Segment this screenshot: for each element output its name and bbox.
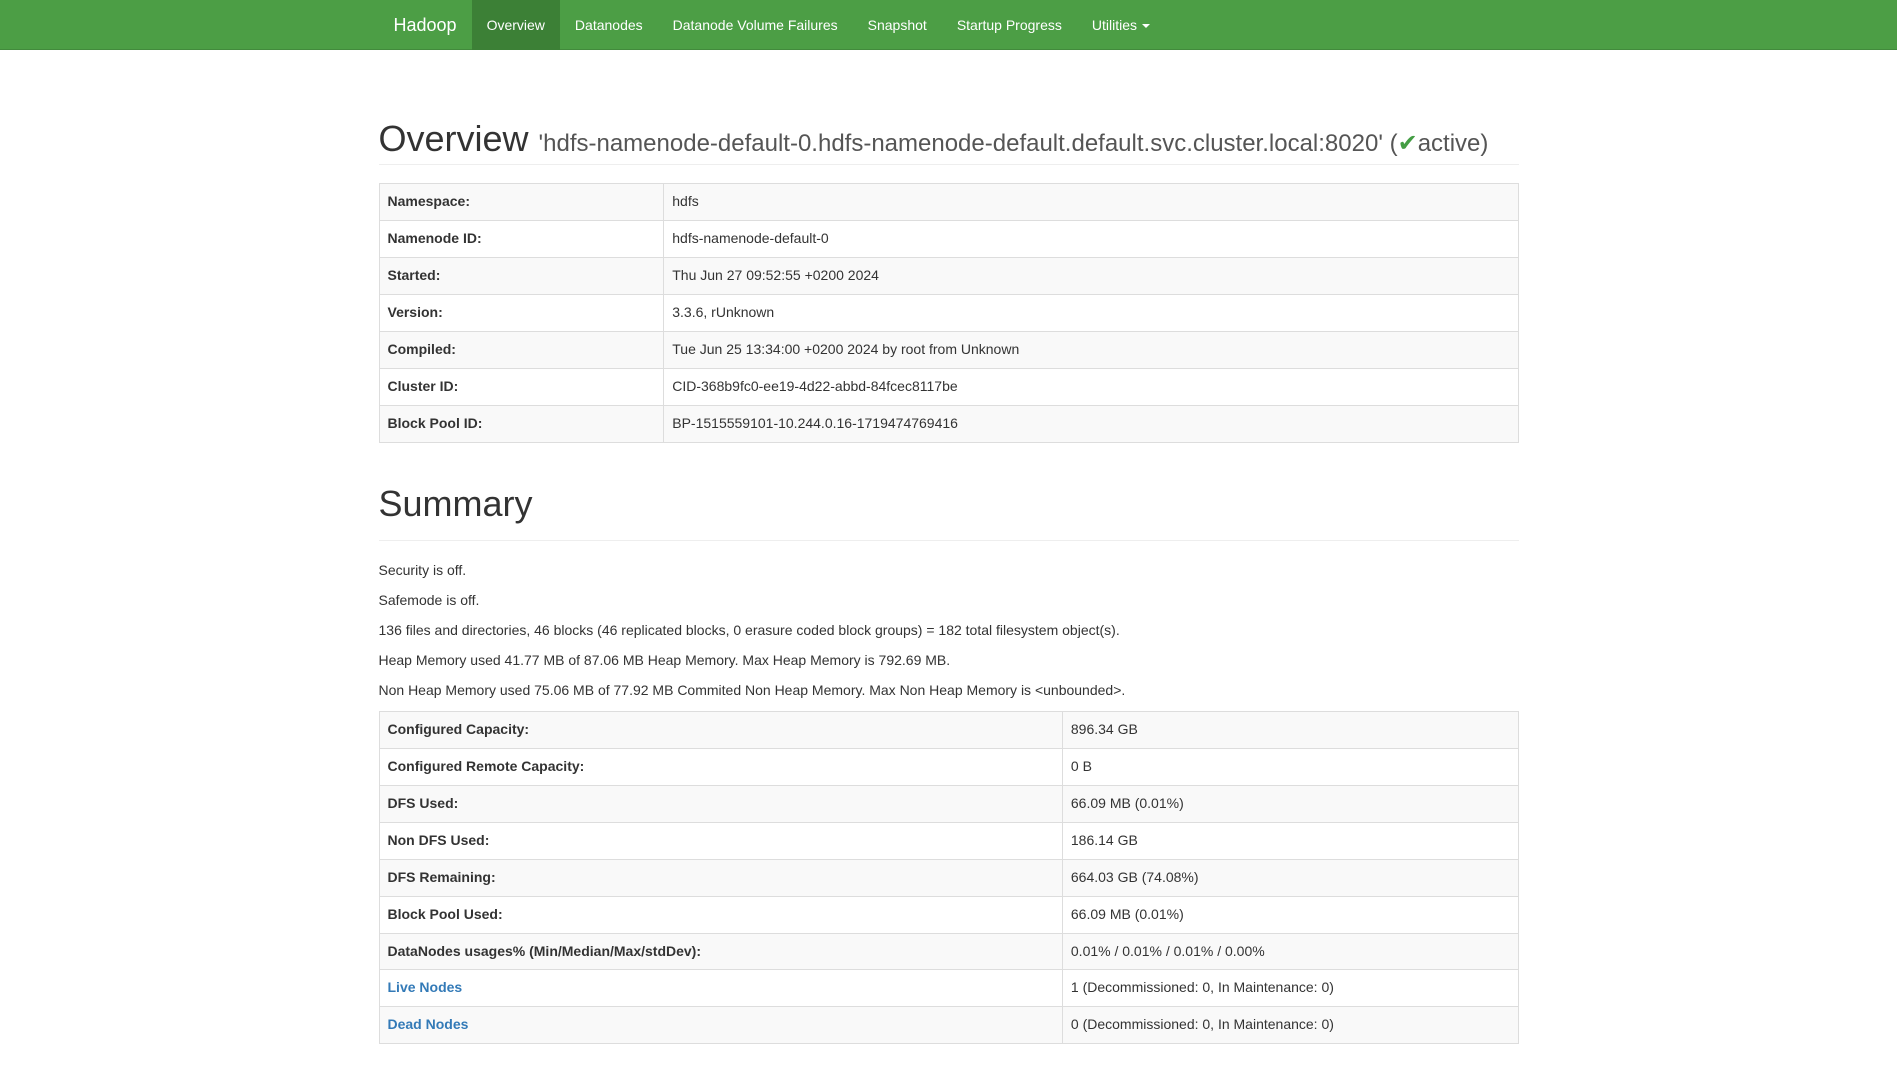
nav-item-snapshot[interactable]: Snapshot <box>853 0 942 50</box>
heap-memory-text: Heap Memory used 41.77 MB of 87.06 MB He… <box>379 651 1519 671</box>
row-label: Block Pool ID: <box>379 406 664 443</box>
row-value: hdfs <box>664 184 1518 221</box>
row-value: 0 B <box>1062 748 1518 785</box>
row-value: 0.01% / 0.01% / 0.01% / 0.00% <box>1062 933 1518 970</box>
top-navbar: Hadoop Overview Datanodes Datanode Volum… <box>0 0 1897 50</box>
summary-divider <box>379 540 1519 541</box>
row-label: Namenode ID: <box>379 221 664 258</box>
row-value: 1 (Decommissioned: 0, In Maintenance: 0) <box>1062 970 1518 1007</box>
row-label: DFS Remaining: <box>379 859 1062 896</box>
row-label: Namespace: <box>379 184 664 221</box>
table-row: Version: 3.3.6, rUnknown <box>379 295 1518 332</box>
row-value: Tue Jun 25 13:34:00 +0200 2024 by root f… <box>664 332 1518 369</box>
table-row: Configured Capacity: 896.34 GB <box>379 711 1518 748</box>
table-row: DFS Remaining: 664.03 GB (74.08%) <box>379 859 1518 896</box>
summary-table: Configured Capacity: 896.34 GB Configure… <box>379 711 1519 1045</box>
table-row: Block Pool ID: BP-1515559101-10.244.0.16… <box>379 406 1518 443</box>
row-label: Non DFS Used: <box>379 822 1062 859</box>
live-nodes-link[interactable]: Live Nodes <box>388 979 463 995</box>
dead-nodes-link[interactable]: Dead Nodes <box>388 1016 469 1032</box>
non-heap-memory-text: Non Heap Memory used 75.06 MB of 77.92 M… <box>379 681 1519 701</box>
nav-item-overview[interactable]: Overview <box>472 0 560 50</box>
table-row: Configured Remote Capacity: 0 B <box>379 748 1518 785</box>
row-value: hdfs-namenode-default-0 <box>664 221 1518 258</box>
safemode-status-text: Safemode is off. <box>379 591 1519 611</box>
row-value: CID-368b9fc0-ee19-4d22-abbd-84fcec8117be <box>664 369 1518 406</box>
row-label: Version: <box>379 295 664 332</box>
table-row: Namenode ID: hdfs-namenode-default-0 <box>379 221 1518 258</box>
nav-item-datanodes[interactable]: Datanodes <box>560 0 658 50</box>
namenode-info-table: Namespace: hdfs Namenode ID: hdfs-nameno… <box>379 183 1519 443</box>
active-check-icon: ✔ <box>1398 130 1418 157</box>
status-open-paren: ( <box>1390 130 1398 157</box>
row-value: BP-1515559101-10.244.0.16-1719474769416 <box>664 406 1518 443</box>
row-label: DFS Used: <box>379 785 1062 822</box>
main-nav: Overview Datanodes Datanode Volume Failu… <box>472 0 1165 50</box>
nav-item-datanode-volume-failures[interactable]: Datanode Volume Failures <box>658 0 853 50</box>
table-row: Compiled: Tue Jun 25 13:34:00 +0200 2024… <box>379 332 1518 369</box>
security-status-text: Security is off. <box>379 561 1519 581</box>
row-label: Configured Capacity: <box>379 711 1062 748</box>
row-value: 66.09 MB (0.01%) <box>1062 896 1518 933</box>
row-label: Configured Remote Capacity: <box>379 748 1062 785</box>
table-row: Namespace: hdfs <box>379 184 1518 221</box>
table-row: Live Nodes 1 (Decommissioned: 0, In Main… <box>379 970 1518 1007</box>
row-value: 896.34 GB <box>1062 711 1518 748</box>
nav-item-utilities-label: Utilities <box>1092 17 1137 33</box>
table-row: Dead Nodes 0 (Decommissioned: 0, In Main… <box>379 1007 1518 1044</box>
namenode-address: 'hdfs-namenode-default-0.hdfs-namenode-d… <box>539 130 1489 157</box>
row-value: 3.3.6, rUnknown <box>664 295 1518 332</box>
row-label: Started: <box>379 258 664 295</box>
page-title-text: Overview <box>379 118 529 159</box>
summary-heading: Summary <box>379 479 1519 529</box>
row-label: DataNodes usages% (Min/Median/Max/stdDev… <box>379 933 1062 970</box>
row-label: Compiled: <box>379 332 664 369</box>
row-value: 186.14 GB <box>1062 822 1518 859</box>
row-label: Block Pool Used: <box>379 896 1062 933</box>
hadoop-brand[interactable]: Hadoop <box>379 0 472 50</box>
title-divider <box>379 164 1519 165</box>
row-value: Thu Jun 27 09:52:55 +0200 2024 <box>664 258 1518 295</box>
row-value: 664.03 GB (74.08%) <box>1062 859 1518 896</box>
table-row: Started: Thu Jun 27 09:52:55 +0200 2024 <box>379 258 1518 295</box>
table-row: DFS Used: 66.09 MB (0.01%) <box>379 785 1518 822</box>
row-value: 0 (Decommissioned: 0, In Maintenance: 0) <box>1062 1007 1518 1044</box>
navbar-container: Hadoop Overview Datanodes Datanode Volum… <box>364 0 1534 50</box>
namenode-address-text: 'hdfs-namenode-default-0.hdfs-namenode-d… <box>539 130 1383 157</box>
table-row: Block Pool Used: 66.09 MB (0.01%) <box>379 896 1518 933</box>
page-title: Overview 'hdfs-namenode-default-0.hdfs-n… <box>379 114 1519 164</box>
nav-item-startup-progress[interactable]: Startup Progress <box>942 0 1077 50</box>
nav-item-utilities[interactable]: Utilities <box>1077 0 1165 50</box>
chevron-down-icon <box>1142 24 1150 28</box>
row-value: 66.09 MB (0.01%) <box>1062 785 1518 822</box>
table-row: DataNodes usages% (Min/Median/Max/stdDev… <box>379 933 1518 970</box>
filesystem-objects-text: 136 files and directories, 46 blocks (46… <box>379 621 1519 641</box>
table-row: Cluster ID: CID-368b9fc0-ee19-4d22-abbd-… <box>379 369 1518 406</box>
active-status-label: active) <box>1418 130 1489 157</box>
row-label: Cluster ID: <box>379 369 664 406</box>
table-row: Non DFS Used: 186.14 GB <box>379 822 1518 859</box>
page-content: Overview 'hdfs-namenode-default-0.hdfs-n… <box>364 50 1534 1044</box>
